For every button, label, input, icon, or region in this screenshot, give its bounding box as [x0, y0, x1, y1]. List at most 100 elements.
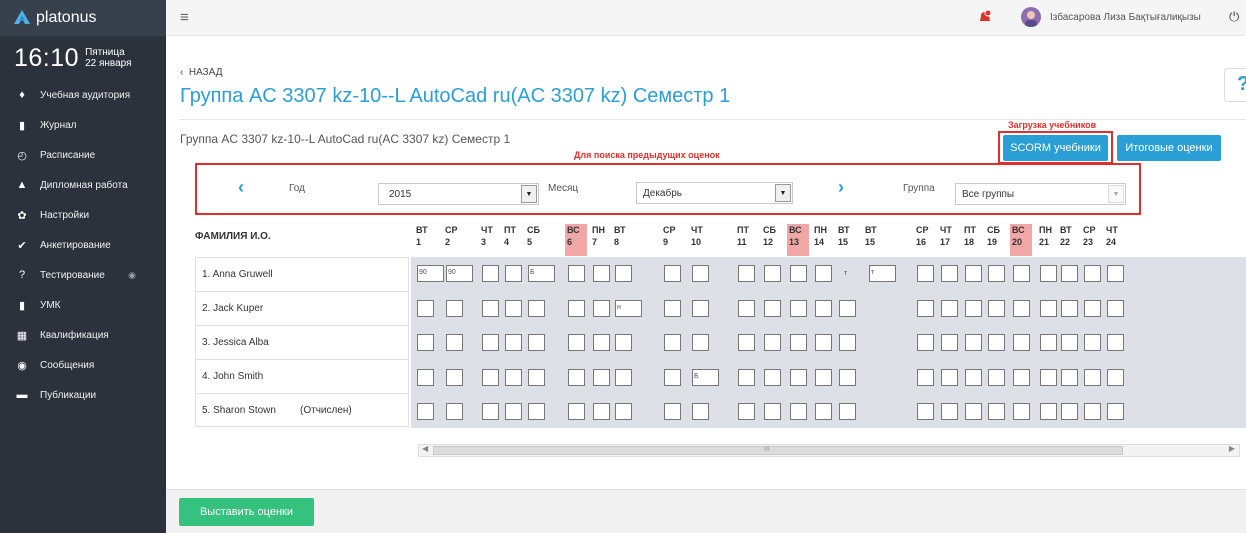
grade-cell[interactable]	[417, 403, 434, 420]
grade-cell[interactable]	[764, 403, 781, 420]
grade-cell[interactable]	[1084, 265, 1101, 282]
student-name-row[interactable]: 4. John Smith	[195, 359, 409, 393]
grade-cell[interactable]	[790, 334, 807, 351]
grade-cell[interactable]	[417, 300, 434, 317]
grade-cell[interactable]	[1061, 334, 1078, 351]
scroll-right-icon[interactable]: ▶	[1229, 444, 1235, 453]
grade-cell[interactable]	[1013, 265, 1030, 282]
grade-cell[interactable]	[1040, 300, 1057, 317]
grade-cell[interactable]	[941, 403, 958, 420]
student-name-row[interactable]: 2. Jack Kuper	[195, 291, 409, 325]
grade-cell[interactable]	[815, 403, 832, 420]
set-grades-button[interactable]: Выставить оценки	[179, 498, 314, 526]
grade-cell[interactable]	[917, 334, 934, 351]
grade-mark[interactable]: т	[844, 270, 847, 277]
grade-cell[interactable]	[1013, 403, 1030, 420]
grade-cell[interactable]	[815, 369, 832, 386]
year-select[interactable]: ▼	[378, 183, 539, 205]
sidebar-item[interactable]: ✔ Анкетирование	[0, 230, 166, 260]
grade-cell[interactable]	[664, 403, 681, 420]
grade-cell[interactable]	[615, 403, 632, 420]
grade-cell[interactable]	[1107, 334, 1124, 351]
grade-cell[interactable]	[1061, 300, 1078, 317]
grade-cell[interactable]: н	[615, 300, 642, 317]
grade-cell[interactable]	[1107, 403, 1124, 420]
grade-cell[interactable]	[446, 369, 463, 386]
grade-cell[interactable]: 90	[446, 265, 473, 282]
sidebar-item[interactable]: ✿ Настройки	[0, 200, 166, 230]
sidebar-item[interactable]: ? Тестирование ◉	[0, 260, 166, 290]
grade-cell[interactable]	[839, 403, 856, 420]
grade-cell[interactable]	[505, 403, 522, 420]
grade-cell[interactable]	[664, 369, 681, 386]
grade-cell[interactable]	[568, 403, 585, 420]
grade-cell[interactable]	[738, 334, 755, 351]
grade-cell[interactable]	[790, 300, 807, 317]
grade-cell[interactable]	[738, 300, 755, 317]
grade-cell[interactable]	[738, 265, 755, 282]
grade-cell[interactable]	[528, 369, 545, 386]
grade-cell[interactable]	[941, 334, 958, 351]
grade-cell[interactable]	[1061, 265, 1078, 282]
sidebar-item[interactable]: ▬ Публикации	[0, 380, 166, 410]
grade-cell[interactable]	[505, 300, 522, 317]
grade-cell[interactable]	[692, 403, 709, 420]
grade-cell[interactable]	[615, 334, 632, 351]
sidebar-item[interactable]: ▲ Дипломная работа	[0, 170, 166, 200]
grade-cell[interactable]	[917, 403, 934, 420]
grade-cell[interactable]	[764, 334, 781, 351]
grade-cell[interactable]	[692, 300, 709, 317]
grade-cell[interactable]	[1107, 265, 1124, 282]
grade-cell[interactable]	[615, 265, 632, 282]
grade-cell[interactable]	[988, 300, 1005, 317]
month-select[interactable]: Декабрь ▼	[636, 182, 793, 204]
grade-cell[interactable]	[568, 265, 585, 282]
horizontal-scrollbar[interactable]: ◀ III ▶	[418, 444, 1240, 457]
grade-cell[interactable]	[815, 300, 832, 317]
grade-cell[interactable]	[593, 265, 610, 282]
grade-cell[interactable]	[941, 265, 958, 282]
grade-cell[interactable]	[482, 265, 499, 282]
student-name-row[interactable]: 1. Anna Gruwell	[195, 257, 409, 291]
sidebar-item[interactable]: ▮ УМК	[0, 290, 166, 320]
grade-cell[interactable]	[1013, 300, 1030, 317]
grade-cell[interactable]	[790, 265, 807, 282]
grade-cell[interactable]	[941, 369, 958, 386]
grade-cell[interactable]	[1107, 369, 1124, 386]
grade-cell[interactable]	[764, 300, 781, 317]
grade-cell[interactable]	[1084, 334, 1101, 351]
back-link[interactable]: ‹ НАЗАД	[180, 67, 222, 78]
next-month-icon[interactable]: ›	[838, 177, 844, 198]
scorm-button[interactable]: SCORM учебники	[1003, 135, 1108, 161]
grade-cell[interactable]	[1040, 334, 1057, 351]
grade-cell[interactable]: Б	[528, 265, 555, 282]
avatar[interactable]	[1021, 7, 1041, 27]
grade-cell[interactable]	[1040, 403, 1057, 420]
grade-cell[interactable]	[917, 300, 934, 317]
grade-cell[interactable]	[417, 334, 434, 351]
grade-cell[interactable]	[505, 265, 522, 282]
grade-cell[interactable]	[528, 403, 545, 420]
grade-cell[interactable]	[815, 265, 832, 282]
user-name[interactable]: Ізбасарова Лиза Бақтығалиқызы	[1050, 12, 1201, 23]
grade-cell[interactable]	[965, 300, 982, 317]
grade-cell[interactable]	[1084, 403, 1101, 420]
grade-cell[interactable]	[815, 334, 832, 351]
grade-cell[interactable]	[738, 369, 755, 386]
grade-cell[interactable]	[917, 265, 934, 282]
grade-cell[interactable]	[664, 300, 681, 317]
grade-cell[interactable]	[988, 265, 1005, 282]
grade-cell[interactable]	[965, 369, 982, 386]
grade-cell[interactable]	[664, 334, 681, 351]
grade-cell[interactable]	[988, 403, 1005, 420]
scrollbar-thumb[interactable]: III	[433, 446, 1123, 455]
expand-icon[interactable]: ◉	[128, 270, 136, 281]
grade-cell[interactable]: 90	[417, 265, 444, 282]
grade-cell[interactable]	[764, 369, 781, 386]
grade-cell[interactable]	[482, 403, 499, 420]
grade-cell[interactable]	[941, 300, 958, 317]
menu-icon[interactable]: ≡	[180, 9, 189, 26]
grade-cell[interactable]	[505, 334, 522, 351]
grade-cell[interactable]	[1013, 369, 1030, 386]
grade-cell[interactable]	[1013, 334, 1030, 351]
